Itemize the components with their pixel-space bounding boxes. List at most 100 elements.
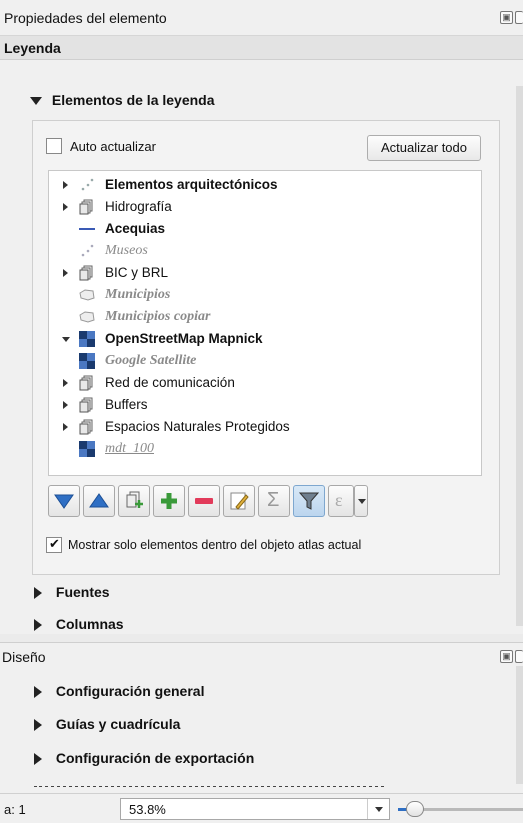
tree-row[interactable]: BIC y BRL xyxy=(49,262,481,284)
layer-group-icon xyxy=(79,199,93,215)
expand-arrow-icon[interactable] xyxy=(63,423,68,431)
tree-row[interactable]: Municipios xyxy=(49,284,481,306)
expand-icon xyxy=(34,686,42,699)
tree-row-label: Acequias xyxy=(105,221,166,236)
expand-icon xyxy=(34,753,42,766)
legend-tree[interactable]: Elementos arquitectónicos Hidrografía Ac… xyxy=(48,170,482,476)
layout-panel-title: Diseño xyxy=(2,649,46,665)
legend-items-group-title: Elementos de la leyenda xyxy=(51,92,215,108)
tree-row[interactable]: Municipios copiar xyxy=(49,306,481,328)
float-panel-icon[interactable]: ▣ xyxy=(500,650,513,663)
collapse-icon xyxy=(30,97,42,106)
point-layer-icon xyxy=(81,244,94,257)
chevron-down-icon xyxy=(358,499,366,504)
tree-row[interactable]: Museos xyxy=(49,240,481,262)
zoom-slider-handle[interactable] xyxy=(406,801,424,817)
close-panel-icon[interactable] xyxy=(515,650,523,663)
add-group-button[interactable] xyxy=(118,485,150,517)
update-all-button[interactable]: Actualizar todo xyxy=(367,135,481,161)
panel-title-bar: Propiedades del elemento ▣ xyxy=(0,0,523,36)
raster-layer-icon xyxy=(79,331,95,347)
zoom-combobox[interactable]: 53.8% xyxy=(120,798,390,820)
float-panel-icon[interactable]: ▣ xyxy=(500,11,513,24)
move-down-icon xyxy=(54,494,74,509)
expand-arrow-icon[interactable] xyxy=(63,269,68,277)
polygon-layer-icon xyxy=(79,289,95,301)
auto-update-checkbox-box[interactable] xyxy=(46,138,62,154)
tree-row-label: Municipios copiar xyxy=(105,309,211,324)
atlas-only-checkbox[interactable]: Mostrar solo elementos dentro del objeto… xyxy=(46,536,486,556)
edit-item-icon xyxy=(230,492,249,510)
remove-item-button[interactable] xyxy=(188,485,220,517)
tree-row[interactable]: Red de comunicación xyxy=(49,372,481,394)
tree-row-label: Museos xyxy=(105,243,148,258)
scale-label: a: 1 xyxy=(4,802,26,817)
sum-icon: Σ xyxy=(267,489,280,511)
tree-row[interactable]: Hidrografía xyxy=(49,196,481,218)
legend-scrollbar[interactable] xyxy=(516,86,523,626)
expand-arrow-icon[interactable] xyxy=(63,181,68,189)
expand-icon xyxy=(34,719,42,732)
columnas-group-header[interactable]: Columnas xyxy=(34,616,124,632)
add-item-button[interactable] xyxy=(153,485,185,517)
point-layer-icon xyxy=(81,178,94,191)
tree-row[interactable]: Elementos arquitectónicos xyxy=(49,174,481,196)
auto-update-checkbox[interactable]: Auto actualizar xyxy=(46,137,246,157)
auto-update-label: Auto actualizar xyxy=(70,139,156,154)
tree-row[interactable]: OpenStreetMap Mapnick xyxy=(49,328,481,350)
move-down-button[interactable] xyxy=(48,485,80,517)
atlas-only-checkbox-box[interactable] xyxy=(46,536,62,553)
general-config-group-title: Configuración general xyxy=(55,683,205,699)
legend-items-group-header[interactable]: Elementos de la leyenda xyxy=(30,92,215,108)
raster-layer-icon xyxy=(79,353,95,369)
tree-row[interactable]: Buffers xyxy=(49,394,481,416)
guides-grid-group-title: Guías y cuadrícula xyxy=(55,716,181,732)
expression-button[interactable]: ε xyxy=(328,485,354,517)
filter-icon xyxy=(298,492,320,510)
layout-scrollbar[interactable] xyxy=(516,666,523,784)
filter-button[interactable] xyxy=(293,485,325,517)
fuentes-group-header[interactable]: Fuentes xyxy=(34,584,110,600)
panel-splitter[interactable] xyxy=(0,634,523,642)
tree-row-label: Google Satellite xyxy=(105,353,197,368)
tree-row[interactable]: Espacios Naturales Protegidos xyxy=(49,416,481,438)
edit-item-button[interactable] xyxy=(223,485,255,517)
section-header: Leyenda xyxy=(0,36,523,60)
general-config-group-header[interactable]: Configuración general xyxy=(34,683,204,699)
zoom-dropdown-button[interactable] xyxy=(367,799,389,819)
move-up-icon xyxy=(89,493,109,508)
sum-button[interactable]: Σ xyxy=(258,485,290,517)
expand-icon xyxy=(34,619,42,632)
tree-row-label: Elementos arquitectónicos xyxy=(105,177,278,192)
fuentes-group-title: Fuentes xyxy=(55,584,110,600)
tree-row[interactable]: mdt_100 xyxy=(49,438,481,460)
close-panel-icon[interactable] xyxy=(515,11,523,24)
add-group-icon xyxy=(126,491,143,508)
export-config-group-header[interactable]: Configuración de exportación xyxy=(34,750,254,766)
tree-row-label: OpenStreetMap Mapnick xyxy=(105,331,263,346)
tree-row-label: BIC y BRL xyxy=(105,265,169,280)
expand-icon xyxy=(34,587,42,600)
expand-arrow-icon[interactable] xyxy=(63,379,68,387)
tree-row-label: Municipios xyxy=(105,287,171,302)
raster-layer-icon xyxy=(79,441,95,457)
columnas-group-title: Columnas xyxy=(55,616,124,632)
move-up-button[interactable] xyxy=(83,485,115,517)
collapse-arrow-icon[interactable] xyxy=(62,337,70,342)
status-bar: a: 1 53.8% xyxy=(0,793,523,823)
tree-row[interactable]: Acequias xyxy=(49,218,481,240)
tree-row-label: mdt_100 xyxy=(105,441,154,456)
expand-arrow-icon[interactable] xyxy=(63,401,68,409)
expression-dropdown[interactable] xyxy=(354,485,368,517)
expand-arrow-icon[interactable] xyxy=(63,203,68,211)
tree-row[interactable]: Google Satellite xyxy=(49,350,481,372)
layer-group-icon xyxy=(79,419,93,435)
guides-grid-group-header[interactable]: Guías y cuadrícula xyxy=(34,716,180,732)
tree-row-label: Buffers xyxy=(105,397,148,412)
section-title: Leyenda xyxy=(4,40,61,56)
tree-row-label: Red de comunicación xyxy=(105,375,235,390)
layer-group-icon xyxy=(79,375,93,391)
export-config-group-title: Configuración de exportación xyxy=(55,750,255,766)
zoom-value: 53.8% xyxy=(129,802,166,817)
polygon-layer-icon xyxy=(79,311,95,323)
